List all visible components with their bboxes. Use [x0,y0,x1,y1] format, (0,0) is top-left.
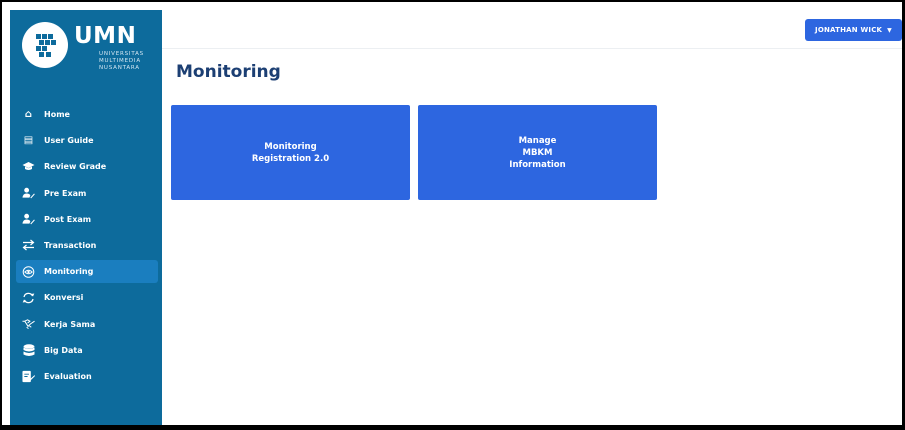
logo-subtitle-line-3: NUSANTARA [99,65,140,71]
sidebar-item-big-data[interactable]: Big Data [16,339,158,362]
transfer-arrows-icon [22,239,35,252]
page-title: Monitoring [176,62,281,82]
sidebar-nav: ⌂ Home ▤ User Guide Review Grade Pre Exa… [16,103,158,391]
screen-border-bottom [0,425,905,430]
screen-border-top [0,0,905,10]
checklist-icon [22,370,35,383]
sidebar-item-monitoring[interactable]: Monitoring [16,260,158,284]
user-edit-icon [22,187,35,200]
sidebar-item-kerja-sama[interactable]: Kerja Sama [16,313,158,336]
sidebar-item-label: Monitoring [44,267,94,277]
sidebar-item-label: Pre Exam [44,188,87,198]
handshake-icon [22,318,35,331]
sidebar-item-label: Home [44,110,70,119]
screen-frame-left [0,0,10,430]
manage-mbkm-information-card[interactable]: Manage MBKM Information [418,105,657,200]
refresh-icon [22,291,35,304]
user-menu-button[interactable]: JONATHAN WICK ▼ [805,19,902,41]
sidebar-item-label: User Guide [44,136,94,146]
sidebar-item-label: Transaction [44,240,97,250]
sidebar-item-label: Big Data [44,345,83,355]
sidebar-item-label: Konversi [44,293,84,303]
logo-subtitle-line-1: UNIVERSITAS [99,51,144,57]
sidebar-item-evaluation[interactable]: Evaluation [16,365,158,388]
sidebar-item-label: Review Grade [44,162,107,172]
user-name: JONATHAN WICK [815,26,883,34]
monitoring-registration-card[interactable]: Monitoring Registration 2.0 [171,105,410,200]
eye-icon [22,265,35,278]
chevron-down-icon: ▼ [887,26,892,34]
sidebar-item-home[interactable]: ⌂ Home [16,103,158,126]
logo-emblem-icon [22,22,68,68]
sidebar-item-label: Evaluation [44,371,92,381]
user-edit-icon [22,213,35,226]
sidebar-item-konversi[interactable]: Konversi [16,286,158,309]
book-icon: ▤ [23,134,34,146]
umn-logo[interactable]: UMN UNIVERSITAS MULTIMEDIA NUSANTARA [22,22,152,76]
sidebar-item-user-guide[interactable]: ▤ User Guide [16,129,158,152]
sidebar-item-label: Kerja Sama [44,319,96,329]
sidebar-item-review-grade[interactable]: Review Grade [16,155,158,178]
sidebar-item-label: Post Exam [44,214,92,224]
graduation-cap-icon [22,160,35,173]
top-bar: JONATHAN WICK ▼ [162,10,903,49]
sidebar-item-transaction[interactable]: Transaction [16,234,158,257]
logo-subtitle-line-2: MULTIMEDIA [99,58,141,64]
sidebar-item-pre-exam[interactable]: Pre Exam [16,182,158,205]
sidebar-item-post-exam[interactable]: Post Exam [16,208,158,231]
logo-title: UMN [74,23,137,49]
home-icon: ⌂ [24,108,33,120]
database-icon [22,343,35,357]
